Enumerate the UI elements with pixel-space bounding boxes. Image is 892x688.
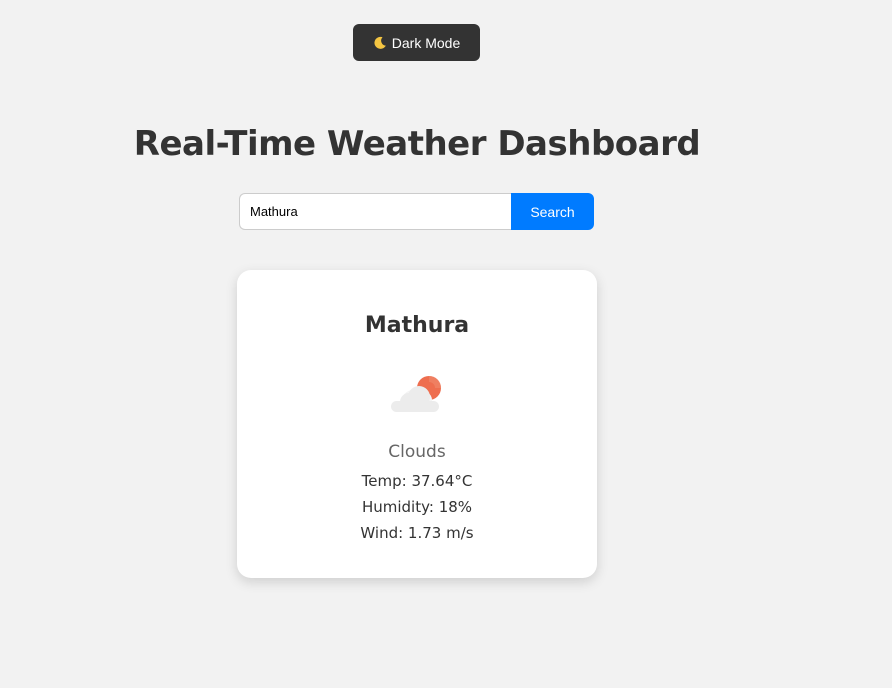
temperature-text: Temp: 37.64°C: [361, 472, 473, 490]
humidity-text: Humidity: 18%: [361, 498, 473, 516]
wind-text: Wind: 1.73 m/s: [360, 524, 474, 542]
weather-description: Clouds: [388, 442, 446, 462]
page-title: Real-Time Weather Dashboard: [133, 124, 701, 164]
cloud-sun-icon: [387, 369, 447, 419]
dark-mode-label: Dark Mode: [391, 34, 461, 51]
search-button[interactable]: Search: [511, 193, 594, 230]
dark-mode-toggle-button[interactable]: Dark Mode: [353, 24, 480, 61]
city-name: Mathura: [364, 313, 470, 338]
page: Dark Mode Real-Time Weather Dashboard Se…: [0, 0, 892, 688]
moon-icon: [373, 36, 387, 50]
city-search-input[interactable]: [239, 193, 511, 230]
weather-card: Mathura Clouds Temp: 37.64°C Humidity: 1…: [237, 270, 597, 578]
